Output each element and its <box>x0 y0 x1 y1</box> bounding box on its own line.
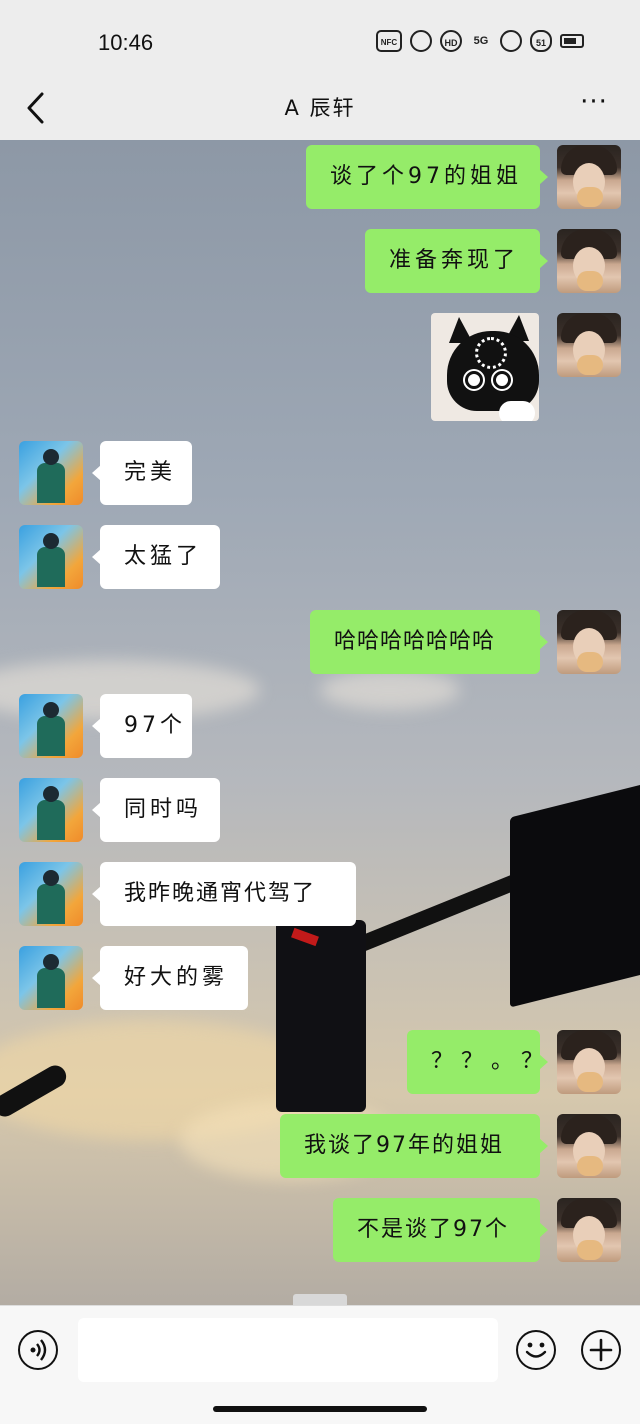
battery-icon <box>560 34 584 48</box>
contact-avatar[interactable] <box>19 525 83 589</box>
plus-button[interactable] <box>581 1330 621 1370</box>
black-cat-loading-sticker[interactable] <box>431 313 539 421</box>
emoji-icon <box>525 1342 547 1358</box>
message-bubble-outgoing[interactable]: ？？。？ <box>407 1030 548 1094</box>
voice-button[interactable] <box>18 1330 58 1370</box>
chat-area[interactable]: 谈了个97的姐姐 准备奔现了 完美 太猛了 哈哈哈哈哈哈哈 97个 同时吗 我昨… <box>0 140 640 1305</box>
message-input[interactable] <box>78 1318 498 1382</box>
more-dots-icon: ··· <box>580 87 608 117</box>
signal-5g-icon: 5G <box>473 35 489 47</box>
status-bar: 10:46 NFC HD 5G 51 <box>0 0 640 80</box>
message-bubble-incoming[interactable]: 完美 <box>92 441 192 505</box>
message-bubble-incoming[interactable]: 好大的雾 <box>92 946 248 1010</box>
message-bubble-incoming[interactable]: 我昨晚通宵代驾了 <box>92 862 356 926</box>
emoji-button[interactable] <box>516 1330 556 1370</box>
notification-icon <box>500 30 522 52</box>
contact-avatar[interactable] <box>19 862 83 926</box>
status-icons: NFC HD 5G 51 <box>376 30 584 52</box>
traffic-signal-pole <box>350 872 523 955</box>
message-bubble-incoming[interactable]: 太猛了 <box>92 525 220 589</box>
chat-header: A 辰轩 ··· <box>0 80 640 140</box>
my-avatar[interactable] <box>557 313 621 377</box>
plus-icon <box>589 1338 613 1362</box>
message-bubble-outgoing[interactable]: 准备奔现了 <box>365 229 548 293</box>
traffic-light <box>276 920 366 1112</box>
input-bar <box>0 1305 640 1424</box>
contact-avatar[interactable] <box>19 778 83 842</box>
my-avatar[interactable] <box>557 229 621 293</box>
background-cloud <box>320 670 460 710</box>
my-avatar[interactable] <box>557 610 621 674</box>
status-time: 10:46 <box>98 30 154 55</box>
time-divider <box>293 1294 347 1305</box>
hd-icon: HD <box>440 30 462 52</box>
loading-spinner-icon <box>475 337 507 369</box>
message-bubble-outgoing[interactable]: 谈了个97的姐姐 <box>306 145 548 209</box>
nfc-icon: NFC <box>376 30 402 52</box>
more-button[interactable]: ··· <box>576 87 612 126</box>
contact-avatar[interactable] <box>19 694 83 758</box>
message-bubble-incoming[interactable]: 97个 <box>92 694 192 758</box>
my-avatar[interactable] <box>557 145 621 209</box>
contact-avatar[interactable] <box>19 946 83 1010</box>
message-bubble-outgoing[interactable]: 哈哈哈哈哈哈哈 <box>310 610 548 674</box>
message-bubble-incoming[interactable]: 同时吗 <box>92 778 220 842</box>
message-bubble-outgoing[interactable]: 我谈了97年的姐姐 <box>280 1114 548 1178</box>
my-avatar[interactable] <box>557 1114 621 1178</box>
app-icon <box>410 30 432 52</box>
home-indicator[interactable] <box>213 1406 427 1412</box>
my-avatar[interactable] <box>557 1030 621 1094</box>
voice-icon <box>30 1339 47 1361</box>
chat-title: A 辰轩 <box>284 96 356 120</box>
contact-avatar[interactable] <box>19 441 83 505</box>
traffic-signal-box <box>510 782 640 1008</box>
message-bubble-outgoing[interactable]: 不是谈了97个 <box>333 1198 548 1262</box>
badge-51-icon: 51 <box>530 30 552 52</box>
my-avatar[interactable] <box>557 1198 621 1262</box>
